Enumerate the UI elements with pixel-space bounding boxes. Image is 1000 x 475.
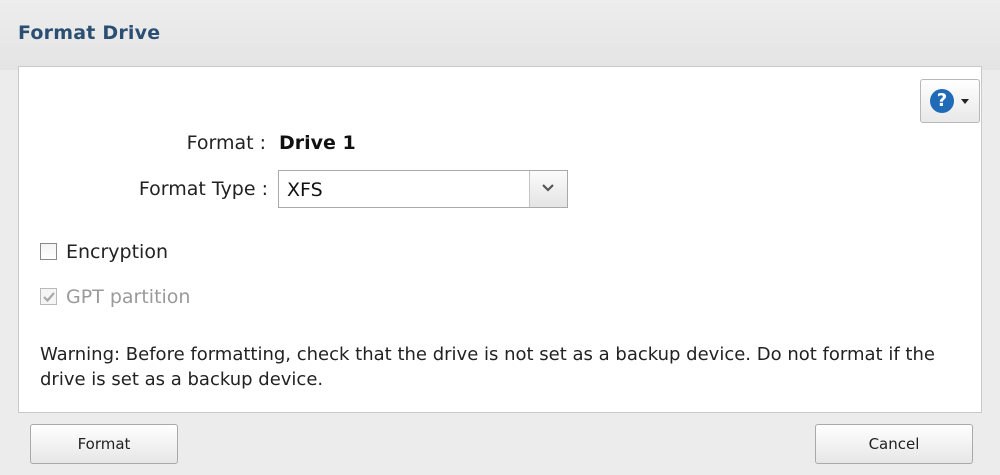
help-button[interactable]: ? xyxy=(920,79,980,123)
encryption-label: Encryption xyxy=(66,241,169,263)
format-button[interactable]: Format xyxy=(30,424,178,464)
format-drive-value: Drive 1 xyxy=(279,132,356,154)
checkmark-icon xyxy=(43,292,55,303)
cancel-button[interactable]: Cancel xyxy=(815,424,973,464)
title-bar: Format Drive xyxy=(0,0,1000,70)
format-drive-dialog: Format Drive ? Format : Drive 1 Format T… xyxy=(0,0,1000,475)
format-type-label: Format Type : xyxy=(138,178,268,200)
question-circle-icon: ? xyxy=(930,89,954,113)
format-type-select[interactable]: XFS xyxy=(278,170,568,208)
caret-down-icon xyxy=(961,99,969,104)
encryption-checkbox[interactable] xyxy=(40,243,57,260)
chevron-down-icon xyxy=(542,184,554,192)
gpt-partition-checkbox xyxy=(40,288,57,305)
format-type-selected-value: XFS xyxy=(287,179,323,201)
dropdown-arrow[interactable] xyxy=(529,171,567,207)
dialog-title: Format Drive xyxy=(18,22,161,44)
gpt-partition-label: GPT partition xyxy=(66,286,191,308)
format-label: Format : xyxy=(186,132,266,154)
warning-message: Warning: Before formatting, check that t… xyxy=(40,344,935,390)
